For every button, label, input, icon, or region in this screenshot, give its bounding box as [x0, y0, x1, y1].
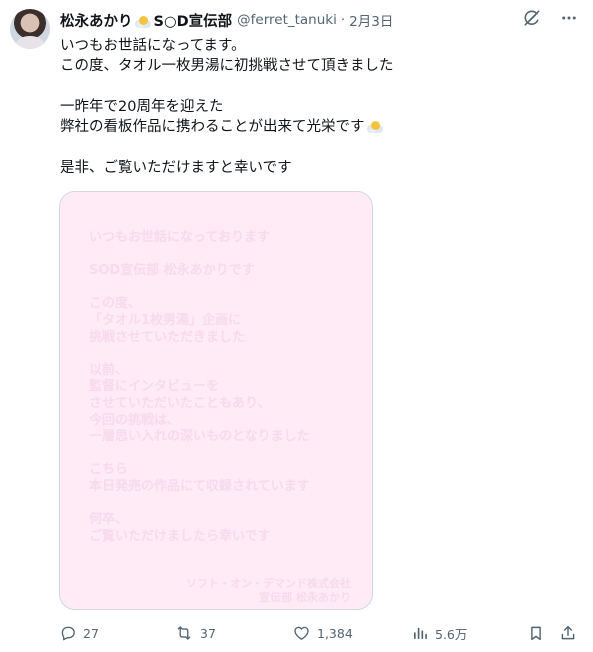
cloud-sun-emoji-icon — [366, 121, 384, 134]
bookmark-button[interactable] — [527, 622, 545, 644]
views-icon[interactable] — [411, 624, 429, 642]
media-line: 何卒、 — [89, 512, 129, 528]
media-line: 今回の挑戦は、 — [89, 412, 181, 428]
media-line: こちら — [89, 462, 129, 478]
like-button[interactable]: 1,384 — [292, 622, 353, 644]
media-line: 挑戦させていただきました — [89, 329, 246, 345]
more-icon[interactable] — [559, 8, 579, 28]
share-icon[interactable] — [559, 624, 577, 642]
media-line: この度、 — [89, 296, 142, 312]
tweet-text: いつもお世話になってます。 この度、タオル一枚男湯に初挑戦させて頂きました 一昨… — [60, 36, 580, 178]
media-signature-company: ソフト・オン・デマンド株式会社 — [186, 577, 351, 590]
grok-icon[interactable] — [522, 8, 542, 28]
repost-icon[interactable] — [174, 624, 194, 642]
post-header: 松永あかり S○D宣伝部 @ferret_tanuki · 2月3日 — [60, 10, 393, 30]
display-name[interactable]: 松永あかり S○D宣伝部 — [60, 10, 232, 31]
post-date[interactable]: 2月3日 — [349, 10, 393, 30]
media-line: 「タオル1枚男湯」企画に — [89, 312, 242, 328]
tweet-line: いつもお世話になってます。 — [60, 38, 246, 54]
media-line — [89, 446, 369, 463]
media-text: いつもお世話になっております SOD宣伝部 松永あかりです この度、 「タオル1… — [89, 230, 369, 545]
media-line — [89, 496, 369, 513]
tweet-line: この度、タオル一枚男湯に初挑戦させて頂きました — [60, 58, 394, 75]
share-button[interactable] — [559, 622, 577, 644]
avatar[interactable] — [10, 9, 50, 49]
repost-count: 37 — [200, 625, 216, 641]
bookmark-icon[interactable] — [527, 624, 545, 642]
cloud-sun-emoji-icon — [134, 15, 152, 28]
views-count: 5.6万 — [435, 626, 468, 642]
top-actions — [522, 8, 579, 28]
reply-count: 27 — [83, 625, 99, 641]
media-line: 一層思い入れの深いものとなりました — [89, 429, 310, 445]
media-line: させていただいたこともあり、 — [89, 395, 271, 411]
media-line: 本日発売の作品にて収録されています — [89, 478, 310, 494]
separator-dot: · — [340, 12, 346, 28]
media-line: SOD宣伝部 松永あかりです — [89, 263, 255, 279]
tweet-line-text: 弊社の看板作品に携わることが出来て光栄です — [60, 119, 365, 136]
action-bar: 27 37 1,384 5.6万 — [59, 622, 579, 644]
media-line — [89, 247, 369, 264]
media-line — [89, 280, 369, 297]
media-line: 以前、 — [89, 362, 129, 378]
tweet-line-with-emoji: 弊社の看板作品に携わることが出来て光栄です — [60, 117, 580, 137]
tweet-line: 是非、ご覧いただけますと幸いです — [60, 159, 292, 176]
media-line: 監督にインタビューを — [89, 379, 220, 395]
reply-button[interactable]: 27 — [59, 622, 99, 644]
repost-button[interactable]: 37 — [174, 622, 216, 644]
reply-icon[interactable] — [59, 624, 77, 642]
display-name-text[interactable]: 松永あかり — [60, 14, 133, 30]
media-line — [89, 346, 369, 363]
media-signature-name: 宣伝部 松永あかり — [259, 591, 351, 604]
tweet-line: 一昨年で20周年を迎えた — [60, 98, 224, 115]
media-line: いつもお世話になっております — [89, 230, 270, 245]
media-line: ご覧いただけましたら幸いです — [89, 528, 271, 544]
display-name-suffix[interactable]: S○D宣伝部 — [154, 14, 233, 30]
media-signature: ソフト・オン・デマンド株式会社 宣伝部 松永あかり — [186, 577, 351, 605]
like-icon[interactable] — [292, 624, 311, 642]
user-handle[interactable]: @ferret_tanuki — [237, 12, 337, 28]
views-button[interactable]: 5.6万 — [411, 622, 467, 644]
media-image[interactable]: いつもお世話になっております SOD宣伝部 松永あかりです この度、 「タオル1… — [59, 191, 373, 610]
post: 松永あかり S○D宣伝部 @ferret_tanuki · 2月3日 いつもお世話… — [0, 0, 593, 652]
like-count: 1,384 — [317, 625, 353, 641]
